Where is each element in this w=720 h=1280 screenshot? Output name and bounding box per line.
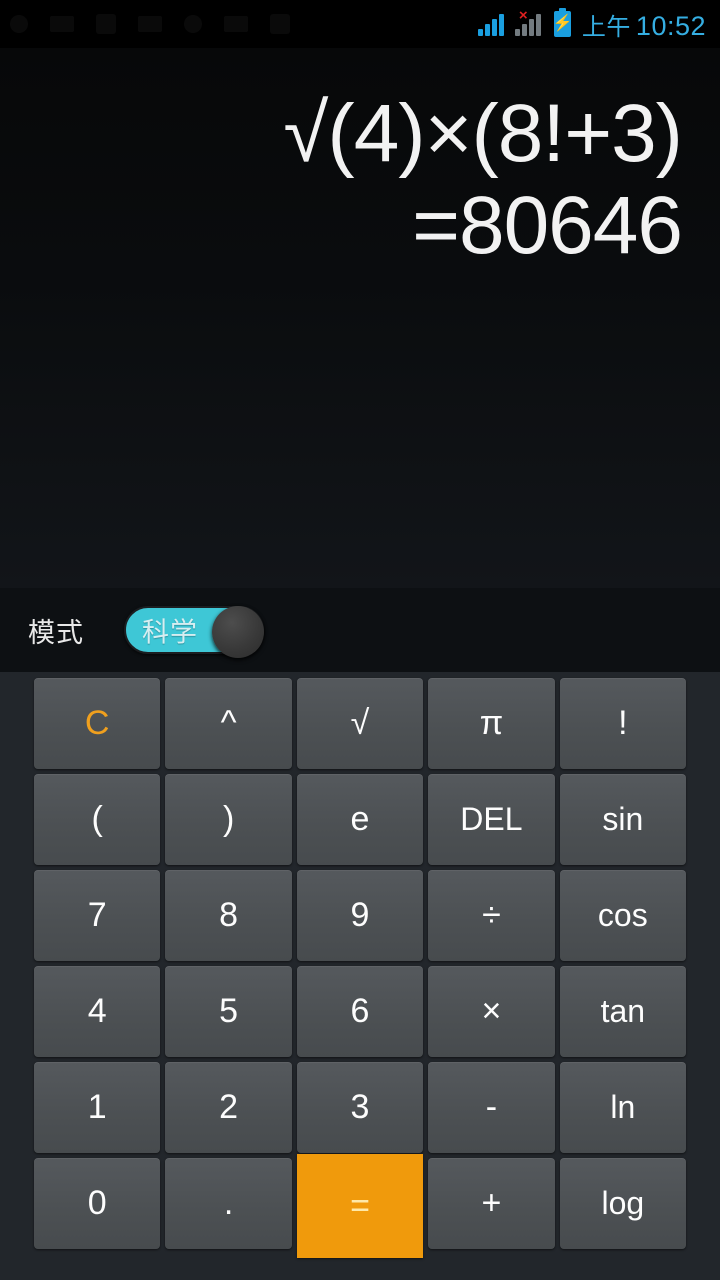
key-2[interactable]: 2 xyxy=(165,1062,292,1153)
keypad-row: 0. = + log xyxy=(34,1154,687,1258)
calculator-display[interactable]: √(4)×(8!+3) =80646 xyxy=(0,48,720,588)
notification-icon-4 xyxy=(138,16,162,32)
key-minus[interactable]: - xyxy=(428,1062,555,1153)
key-close-paren[interactable]: ) xyxy=(165,774,292,865)
keypad-row: 1 2 3- ln xyxy=(34,1062,687,1158)
key-equals[interactable]: = xyxy=(296,1154,424,1258)
key-0[interactable]: 0 xyxy=(34,1158,161,1249)
mode-row: 模式 科学 xyxy=(0,588,720,672)
key-factorial[interactable]: ! xyxy=(559,678,687,769)
mode-toggle-value: 科学 xyxy=(142,617,198,648)
key-decimal[interactable]: . xyxy=(165,1158,292,1249)
calculator-keypad: C ^ √ π!() e DEL sin 7 8 9 ÷ cos 4 5 6 × tan 1 2 3- ln 0. = + lo… xyxy=(0,672,720,1280)
clock-ampm: 上午 xyxy=(581,13,631,41)
keypad-row: 4 5 6 × tan xyxy=(34,966,687,1062)
key-plus[interactable]: + xyxy=(428,1158,555,1249)
key-7[interactable]: 7 xyxy=(34,870,161,961)
key-3[interactable]: 3 xyxy=(296,1062,424,1153)
charging-bolt-icon: ⚡ xyxy=(552,15,573,32)
notification-icon-2 xyxy=(50,16,74,32)
key-delete[interactable]: DEL xyxy=(428,774,555,865)
key-sin[interactable]: sin xyxy=(559,774,687,865)
signal-bars-icon xyxy=(477,12,508,36)
key-ln[interactable]: ln xyxy=(559,1062,687,1153)
key-log[interactable]: log xyxy=(559,1158,687,1249)
key-pi[interactable]: π xyxy=(428,678,555,769)
key-8[interactable]: 8 xyxy=(165,870,292,961)
key-4[interactable]: 4 xyxy=(34,966,161,1057)
status-clock: 上午 10:52 xyxy=(582,7,706,42)
keypad-row: C ^ √ π! xyxy=(34,678,687,774)
status-bar: × ⚡ 上午 10:52 xyxy=(0,0,720,48)
key-tan[interactable]: tan xyxy=(559,966,687,1057)
mode-toggle-switch[interactable]: 科学 xyxy=(124,606,264,658)
keypad-row: () e DEL sin xyxy=(34,774,687,870)
key-clear[interactable]: C xyxy=(34,678,161,769)
key-1[interactable]: 1 xyxy=(34,1062,161,1153)
key-6[interactable]: 6 xyxy=(296,966,424,1057)
key-euler[interactable]: e xyxy=(296,774,424,865)
key-divide[interactable]: ÷ xyxy=(428,870,555,961)
expression-text: √(4)×(8!+3) xyxy=(283,88,683,179)
key-open-paren[interactable]: ( xyxy=(34,774,161,865)
battery-charging-icon: ⚡ xyxy=(552,8,573,37)
key-multiply[interactable]: × xyxy=(428,966,555,1057)
notification-icon-1 xyxy=(10,15,28,33)
signal-bars-no-service-icon: × xyxy=(514,8,545,36)
notification-icon-3 xyxy=(96,14,116,34)
status-notification-icons xyxy=(10,0,478,48)
toggle-knob[interactable] xyxy=(212,606,264,658)
key-power[interactable]: ^ xyxy=(165,678,292,769)
no-service-x-icon: × xyxy=(518,7,528,24)
mode-label: 模式 xyxy=(28,617,84,648)
notification-icon-6 xyxy=(224,16,248,32)
notification-icon-5 xyxy=(184,15,202,33)
notification-icon-7 xyxy=(270,14,290,34)
result-text: =80646 xyxy=(412,179,683,271)
status-system-icons: × ⚡ 上午 10:52 xyxy=(477,0,706,48)
calculator-app-screen: × ⚡ 上午 10:52 √(4)×(8!+3) =80646 模式 科学 C ^ √… xyxy=(0,0,720,1280)
key-sqrt[interactable]: √ xyxy=(296,678,424,769)
clock-time: 10:52 xyxy=(635,10,706,41)
keypad-row: 7 8 9 ÷ cos xyxy=(34,870,687,966)
key-5[interactable]: 5 xyxy=(165,966,292,1057)
key-cos[interactable]: cos xyxy=(559,870,687,961)
key-9[interactable]: 9 xyxy=(296,870,424,961)
